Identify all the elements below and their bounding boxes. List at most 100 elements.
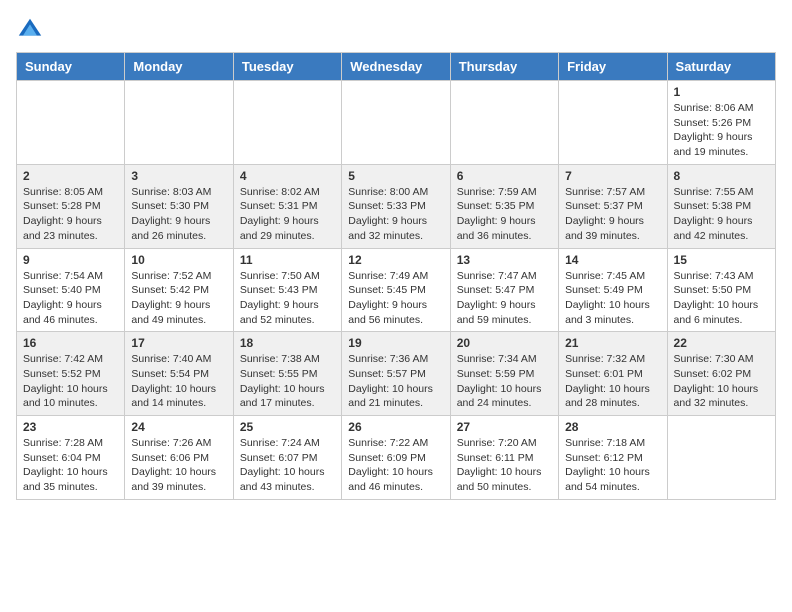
calendar-day-cell	[17, 81, 125, 165]
calendar-week-row: 16Sunrise: 7:42 AM Sunset: 5:52 PM Dayli…	[17, 332, 776, 416]
calendar-day-cell: 18Sunrise: 7:38 AM Sunset: 5:55 PM Dayli…	[233, 332, 341, 416]
calendar-day-cell: 14 Sunrise: 7:45 AM Sunset: 5:49 PM Dayli…	[559, 248, 667, 332]
calendar-day-cell: 11Sunrise: 7:50 AM Sunset: 5:43 PM Dayli…	[233, 248, 341, 332]
calendar-day-cell: 24 Sunrise: 7:26 AM Sunset: 6:06 PM Dayli…	[125, 416, 233, 500]
calendar-day-cell: 16Sunrise: 7:42 AM Sunset: 5:52 PM Dayli…	[17, 332, 125, 416]
weekday-header: Wednesday	[342, 53, 450, 81]
day-info: Sunrise: 7:36 AM Sunset: 5:57 PM Dayligh…	[348, 352, 443, 411]
calendar-day-cell	[233, 81, 341, 165]
calendar-day-cell: 27Sunrise: 7:20 AM Sunset: 6:11 PM Dayli…	[450, 416, 558, 500]
day-number: 5	[348, 169, 443, 183]
day-number: 8	[674, 169, 769, 183]
calendar-day-cell: 12 Sunrise: 7:49 AM Sunset: 5:45 PM Dayli…	[342, 248, 450, 332]
calendar-day-cell: 8 Sunrise: 7:55 AM Sunset: 5:38 PM Daylig…	[667, 164, 775, 248]
day-number: 15	[674, 253, 769, 267]
logo	[16, 16, 48, 44]
day-number: 28	[565, 420, 660, 434]
day-number: 14	[565, 253, 660, 267]
calendar-day-cell: 17 Sunrise: 7:40 AM Sunset: 5:54 PM Dayli…	[125, 332, 233, 416]
calendar-day-cell: 2 Sunrise: 8:05 AM Sunset: 5:28 PM Daylig…	[17, 164, 125, 248]
calendar-week-row: 9 Sunrise: 7:54 AM Sunset: 5:40 PM Daylig…	[17, 248, 776, 332]
calendar-week-row: 23 Sunrise: 7:28 AM Sunset: 6:04 PM Dayli…	[17, 416, 776, 500]
day-number: 25	[240, 420, 335, 434]
day-info: Sunrise: 7:57 AM Sunset: 5:37 PM Dayligh…	[565, 185, 660, 244]
calendar-day-cell: 21 Sunrise: 7:32 AM Sunset: 6:01 PM Dayli…	[559, 332, 667, 416]
calendar-day-cell: 9 Sunrise: 7:54 AM Sunset: 5:40 PM Daylig…	[17, 248, 125, 332]
calendar-day-cell: 6Sunrise: 7:59 AM Sunset: 5:35 PM Daylig…	[450, 164, 558, 248]
calendar-day-cell	[125, 81, 233, 165]
day-info: Sunrise: 7:18 AM Sunset: 6:12 PM Dayligh…	[565, 436, 660, 495]
day-number: 23	[23, 420, 118, 434]
day-info: Sunrise: 7:47 AM Sunset: 5:47 PM Dayligh…	[457, 269, 552, 328]
day-number: 1	[674, 85, 769, 99]
day-info: Sunrise: 7:40 AM Sunset: 5:54 PM Dayligh…	[131, 352, 226, 411]
day-info: Sunrise: 7:43 AM Sunset: 5:50 PM Dayligh…	[674, 269, 769, 328]
weekday-header: Thursday	[450, 53, 558, 81]
day-number: 4	[240, 169, 335, 183]
calendar-day-cell: 1 Sunrise: 8:06 AM Sunset: 5:26 PM Daylig…	[667, 81, 775, 165]
day-number: 26	[348, 420, 443, 434]
calendar-day-cell: 26 Sunrise: 7:22 AM Sunset: 6:09 PM Dayli…	[342, 416, 450, 500]
calendar-day-cell: 3 Sunrise: 8:03 AM Sunset: 5:30 PM Daylig…	[125, 164, 233, 248]
logo-icon	[16, 16, 44, 44]
day-info: Sunrise: 7:55 AM Sunset: 5:38 PM Dayligh…	[674, 185, 769, 244]
calendar-week-row: 2 Sunrise: 8:05 AM Sunset: 5:28 PM Daylig…	[17, 164, 776, 248]
day-info: Sunrise: 7:22 AM Sunset: 6:09 PM Dayligh…	[348, 436, 443, 495]
calendar-day-cell: 23 Sunrise: 7:28 AM Sunset: 6:04 PM Dayli…	[17, 416, 125, 500]
day-number: 12	[348, 253, 443, 267]
calendar-day-cell: 13 Sunrise: 7:47 AM Sunset: 5:47 PM Dayli…	[450, 248, 558, 332]
day-info: Sunrise: 7:26 AM Sunset: 6:06 PM Dayligh…	[131, 436, 226, 495]
day-info: Sunrise: 7:54 AM Sunset: 5:40 PM Dayligh…	[23, 269, 118, 328]
day-info: Sunrise: 8:00 AM Sunset: 5:33 PM Dayligh…	[348, 185, 443, 244]
day-number: 19	[348, 336, 443, 350]
day-number: 16	[23, 336, 118, 350]
day-info: Sunrise: 7:49 AM Sunset: 5:45 PM Dayligh…	[348, 269, 443, 328]
calendar-day-cell: 5 Sunrise: 8:00 AM Sunset: 5:33 PM Daylig…	[342, 164, 450, 248]
calendar-week-row: 1 Sunrise: 8:06 AM Sunset: 5:26 PM Daylig…	[17, 81, 776, 165]
day-number: 11	[240, 253, 335, 267]
calendar-day-cell: 10 Sunrise: 7:52 AM Sunset: 5:42 PM Dayli…	[125, 248, 233, 332]
day-info: Sunrise: 8:05 AM Sunset: 5:28 PM Dayligh…	[23, 185, 118, 244]
calendar-day-cell	[342, 81, 450, 165]
calendar-day-cell: 7 Sunrise: 7:57 AM Sunset: 5:37 PM Daylig…	[559, 164, 667, 248]
calendar-day-cell: 19 Sunrise: 7:36 AM Sunset: 5:57 PM Dayli…	[342, 332, 450, 416]
day-info: Sunrise: 7:34 AM Sunset: 5:59 PM Dayligh…	[457, 352, 552, 411]
calendar-day-cell: 28 Sunrise: 7:18 AM Sunset: 6:12 PM Dayli…	[559, 416, 667, 500]
calendar-day-cell	[559, 81, 667, 165]
day-number: 21	[565, 336, 660, 350]
day-info: Sunrise: 7:52 AM Sunset: 5:42 PM Dayligh…	[131, 269, 226, 328]
day-info: Sunrise: 7:45 AM Sunset: 5:49 PM Dayligh…	[565, 269, 660, 328]
calendar-table: SundayMondayTuesdayWednesdayThursdayFrid…	[16, 52, 776, 500]
day-info: Sunrise: 8:03 AM Sunset: 5:30 PM Dayligh…	[131, 185, 226, 244]
day-number: 7	[565, 169, 660, 183]
day-info: Sunrise: 7:38 AM Sunset: 5:55 PM Dayligh…	[240, 352, 335, 411]
page-header	[16, 16, 776, 44]
calendar-day-cell: 15 Sunrise: 7:43 AM Sunset: 5:50 PM Dayli…	[667, 248, 775, 332]
calendar-day-cell	[450, 81, 558, 165]
day-number: 3	[131, 169, 226, 183]
calendar-header-row: SundayMondayTuesdayWednesdayThursdayFrid…	[17, 53, 776, 81]
day-info: Sunrise: 7:28 AM Sunset: 6:04 PM Dayligh…	[23, 436, 118, 495]
day-number: 10	[131, 253, 226, 267]
day-info: Sunrise: 8:06 AM Sunset: 5:26 PM Dayligh…	[674, 101, 769, 160]
calendar-day-cell: 25Sunrise: 7:24 AM Sunset: 6:07 PM Dayli…	[233, 416, 341, 500]
day-number: 24	[131, 420, 226, 434]
weekday-header: Sunday	[17, 53, 125, 81]
weekday-header: Monday	[125, 53, 233, 81]
day-number: 2	[23, 169, 118, 183]
day-number: 17	[131, 336, 226, 350]
day-info: Sunrise: 8:02 AM Sunset: 5:31 PM Dayligh…	[240, 185, 335, 244]
day-number: 22	[674, 336, 769, 350]
day-number: 9	[23, 253, 118, 267]
day-info: Sunrise: 7:30 AM Sunset: 6:02 PM Dayligh…	[674, 352, 769, 411]
weekday-header: Tuesday	[233, 53, 341, 81]
calendar-day-cell: 4 Sunrise: 8:02 AM Sunset: 5:31 PM Daylig…	[233, 164, 341, 248]
weekday-header: Friday	[559, 53, 667, 81]
calendar-day-cell: 22 Sunrise: 7:30 AM Sunset: 6:02 PM Dayli…	[667, 332, 775, 416]
day-number: 13	[457, 253, 552, 267]
day-number: 20	[457, 336, 552, 350]
calendar-day-cell: 20 Sunrise: 7:34 AM Sunset: 5:59 PM Dayli…	[450, 332, 558, 416]
day-info: Sunrise: 7:20 AM Sunset: 6:11 PM Dayligh…	[457, 436, 552, 495]
weekday-header: Saturday	[667, 53, 775, 81]
day-info: Sunrise: 7:32 AM Sunset: 6:01 PM Dayligh…	[565, 352, 660, 411]
